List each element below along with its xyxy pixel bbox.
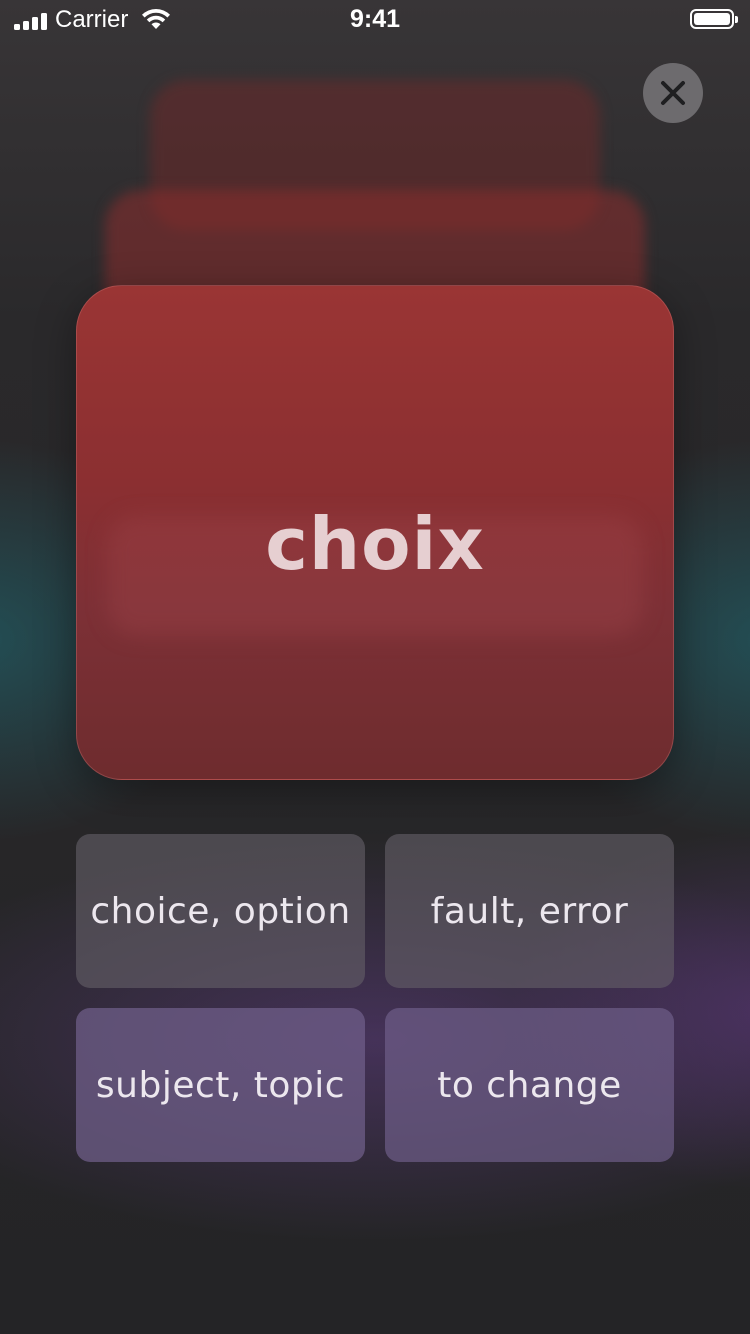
- clock: 9:41: [349, 5, 401, 33]
- battery-icon: [690, 9, 738, 29]
- status-bar: Carrier 9:41: [0, 0, 750, 40]
- answer-option-label: to change: [437, 1064, 622, 1106]
- flashcard[interactable]: choix: [76, 285, 674, 780]
- close-button[interactable]: [643, 63, 703, 123]
- quiz-screen: Carrier 9:41 choix choice, option fault,…: [0, 0, 750, 1334]
- flashcard-word: choix: [265, 502, 485, 586]
- answer-option-label: choice, option: [90, 890, 351, 932]
- answer-option-1[interactable]: choice, option: [76, 834, 365, 988]
- answer-option-3[interactable]: subject, topic: [76, 1008, 365, 1162]
- answer-option-2[interactable]: fault, error: [385, 834, 674, 988]
- answer-option-label: fault, error: [430, 890, 629, 932]
- close-icon: [661, 81, 685, 105]
- answer-option-4[interactable]: to change: [385, 1008, 674, 1162]
- answer-option-label: subject, topic: [95, 1064, 346, 1106]
